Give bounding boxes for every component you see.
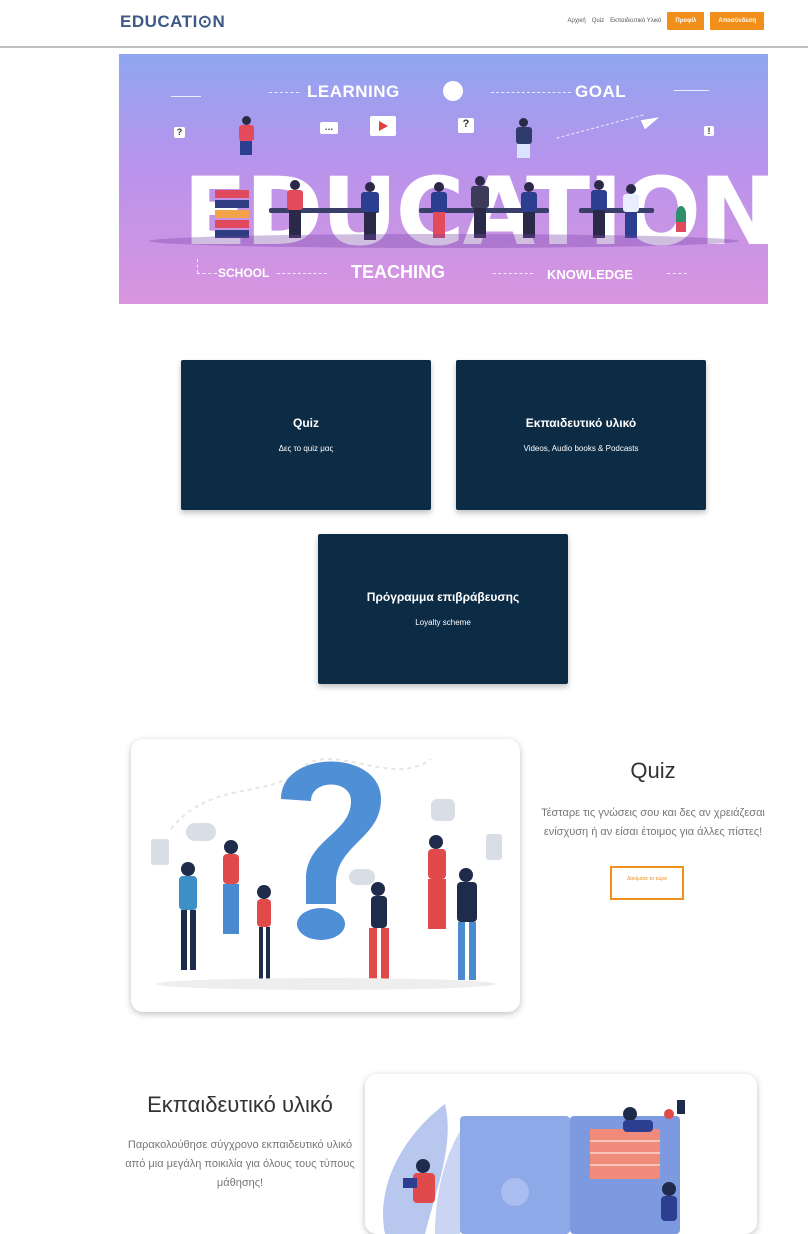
- quiz-section-title: Quiz: [630, 758, 676, 783]
- student-illustration: [285, 180, 305, 240]
- student-illustration: [589, 180, 609, 240]
- hero-word-knowledge: KNOWLEDGE: [547, 267, 633, 282]
- hero-word-goal: GOAL: [575, 82, 627, 101]
- nav-bar: Αρχική Quiz Εκπαιδευτικό Υλικό Προφίλ Απ…: [568, 12, 764, 30]
- card-title: Quiz: [293, 416, 319, 430]
- material-section-text: Παρακολούθησε σύγχρονο εκπαιδευτικό υλικ…: [125, 1139, 355, 1189]
- question-people-illustration: [151, 758, 502, 990]
- try-quiz-button[interactable]: Δοκίμασε το τώρα: [610, 866, 684, 900]
- dash-line: [491, 92, 571, 93]
- dash-line: [269, 92, 299, 93]
- card-subtitle: Δες το quiz μας: [278, 444, 334, 453]
- floor-shadow: [149, 234, 739, 248]
- nav-link-home[interactable]: Αρχική: [568, 18, 586, 24]
- card-subtitle: Videos, Audio books & Podcasts: [523, 444, 639, 453]
- quiz-illustration: [131, 739, 520, 1012]
- teacher-illustration: [469, 176, 491, 240]
- person-laptop-illustration: [513, 118, 535, 160]
- card-title: Πρόγραμμα επιβράβευσης: [366, 590, 520, 604]
- person-reading-illustration: [237, 116, 255, 156]
- video-player-icon: [370, 116, 396, 136]
- dash-line: [197, 273, 217, 274]
- logout-button[interactable]: Αποσύνδεση: [710, 12, 764, 30]
- dash-line: [556, 114, 644, 139]
- nav-link-material[interactable]: Εκπαιδευτικό Υλικό: [610, 18, 661, 24]
- loyalty-card[interactable]: Πρόγραμμα επιβράβευσης Loyalty scheme: [318, 534, 568, 684]
- hero-banner: LEARNING GOAL ? … ? ! EDUCATION: [119, 54, 768, 304]
- cloud-icon: [171, 96, 201, 97]
- card-subtitle: Loyalty scheme: [415, 618, 471, 627]
- books-reading-illustration: [383, 1100, 685, 1234]
- student-illustration: [519, 182, 539, 240]
- material-card[interactable]: Εκπαιδευτικό υλικό Videos, Audio books &…: [456, 360, 706, 510]
- hero-word-school: SCHOOL: [218, 266, 270, 280]
- logo[interactable]: EDUCATI⊙N: [120, 12, 225, 32]
- student-illustration: [429, 182, 449, 240]
- quiz-card[interactable]: Quiz Δες το quiz μας: [181, 360, 431, 510]
- question-bubble-icon: ?: [458, 118, 474, 133]
- exclamation-bubble-icon: !: [704, 126, 714, 136]
- dash-line: [667, 273, 687, 274]
- material-section-title: Εκπαιδευτικό υλικό: [147, 1092, 333, 1117]
- profile-button[interactable]: Προφίλ: [667, 12, 705, 30]
- cloud-icon: [674, 90, 709, 91]
- hero-word-learning: LEARNING: [307, 82, 400, 101]
- dash-line: [277, 273, 327, 274]
- question-bubble-icon: ?: [174, 127, 185, 138]
- moon-icon: [443, 81, 463, 101]
- chat-bubble-icon: …: [320, 122, 338, 134]
- site-header: EDUCATI⊙N Αρχική Quiz Εκπαιδευτικό Υλικό…: [0, 0, 808, 48]
- material-illustration: [365, 1074, 757, 1234]
- dash-line: [197, 259, 198, 273]
- quiz-section-text: Τέσταρε τις γνώσεις σου και δες αν χρειά…: [541, 807, 765, 838]
- plant-icon: [674, 206, 688, 232]
- student-illustration: [359, 182, 381, 242]
- books-illustration: [215, 190, 249, 240]
- card-title: Εκπαιδευτικό υλικό: [525, 416, 637, 430]
- hero-word-teaching: TEACHING: [351, 262, 445, 282]
- student-illustration: [621, 184, 641, 240]
- dash-line: [493, 273, 533, 274]
- nav-link-quiz[interactable]: Quiz: [592, 18, 604, 24]
